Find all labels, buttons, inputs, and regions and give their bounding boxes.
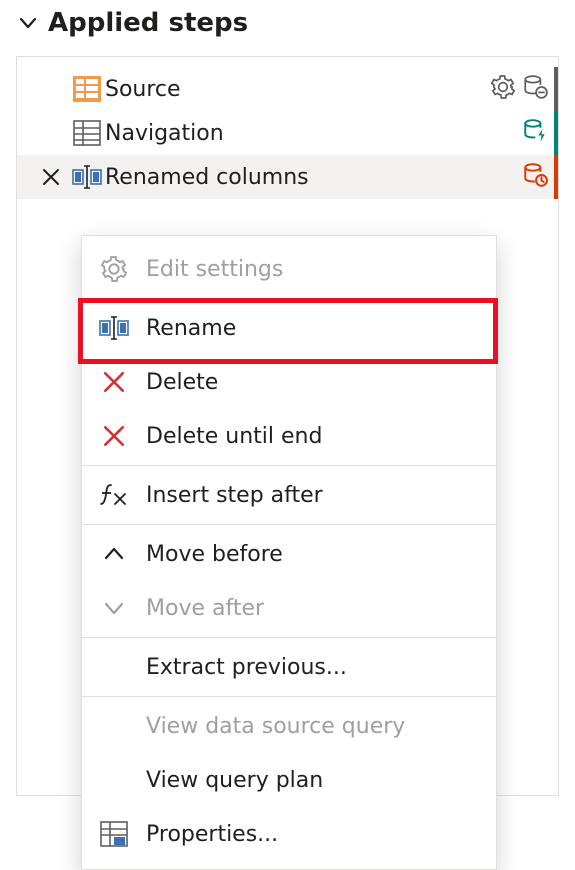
menu-item-properties[interactable]: Properties... <box>82 807 496 861</box>
menu-separator <box>82 696 496 697</box>
menu-separator <box>82 524 496 525</box>
applied-steps-title: Applied steps <box>48 8 248 38</box>
menu-item-view-data-source-query: View data source query <box>82 699 496 753</box>
menu-item-edit-settings: Edit settings <box>82 242 496 296</box>
chevron-down-icon <box>96 596 132 620</box>
delete-step-button[interactable] <box>33 166 69 188</box>
applied-steps-header[interactable]: Applied steps <box>18 8 559 38</box>
menu-label: Move before <box>146 542 283 567</box>
menu-label: Delete until end <box>146 424 322 449</box>
applied-steps-panel: Source <box>16 56 559 796</box>
step-navigation[interactable]: Navigation <box>17 111 558 155</box>
step-edge-bar <box>554 111 558 155</box>
database-minus-icon <box>522 74 548 104</box>
menu-label: Edit settings <box>146 257 283 282</box>
menu-item-move-after: Move after <box>82 581 496 635</box>
menu-label: Extract previous... <box>146 655 347 680</box>
step-renamed-columns[interactable]: Renamed columns <box>17 155 558 199</box>
rename-columns-icon <box>69 164 105 190</box>
step-edge-bar <box>554 67 558 111</box>
delete-x-icon <box>96 424 132 448</box>
properties-icon <box>96 821 132 847</box>
menu-item-extract-previous[interactable]: Extract previous... <box>82 640 496 694</box>
step-label: Source <box>105 77 490 102</box>
menu-label: View data source query <box>146 714 405 739</box>
menu-item-move-before[interactable]: Move before <box>82 527 496 581</box>
menu-separator <box>82 298 496 299</box>
menu-item-delete-until-end[interactable]: Delete until end <box>82 409 496 463</box>
menu-label: Insert step after <box>146 483 323 508</box>
fx-icon <box>96 482 132 508</box>
menu-label: Rename <box>146 316 236 341</box>
menu-separator <box>82 465 496 466</box>
step-edge-bar <box>554 155 558 199</box>
step-context-menu: Edit settings Rename <box>81 235 497 870</box>
menu-label: View query plan <box>146 768 323 793</box>
rename-icon <box>96 315 132 341</box>
database-clock-icon <box>522 162 548 192</box>
chevron-up-icon <box>96 542 132 566</box>
menu-item-rename[interactable]: Rename <box>82 301 496 355</box>
menu-separator <box>82 637 496 638</box>
step-label: Renamed columns <box>105 165 522 190</box>
table-icon <box>69 120 105 146</box>
menu-label: Properties... <box>146 822 278 847</box>
chevron-down-icon <box>18 13 38 33</box>
menu-item-view-query-plan[interactable]: View query plan <box>82 753 496 807</box>
gear-icon <box>96 255 132 283</box>
menu-item-insert-step-after[interactable]: Insert step after <box>82 468 496 522</box>
menu-label: Move after <box>146 596 264 621</box>
menu-label: Delete <box>146 370 218 395</box>
gear-icon[interactable] <box>490 74 516 104</box>
source-table-icon <box>69 76 105 102</box>
menu-item-delete[interactable]: Delete <box>82 355 496 409</box>
database-bolt-icon <box>522 118 548 148</box>
step-label: Navigation <box>105 121 522 146</box>
step-source[interactable]: Source <box>17 67 558 111</box>
delete-x-icon <box>96 370 132 394</box>
